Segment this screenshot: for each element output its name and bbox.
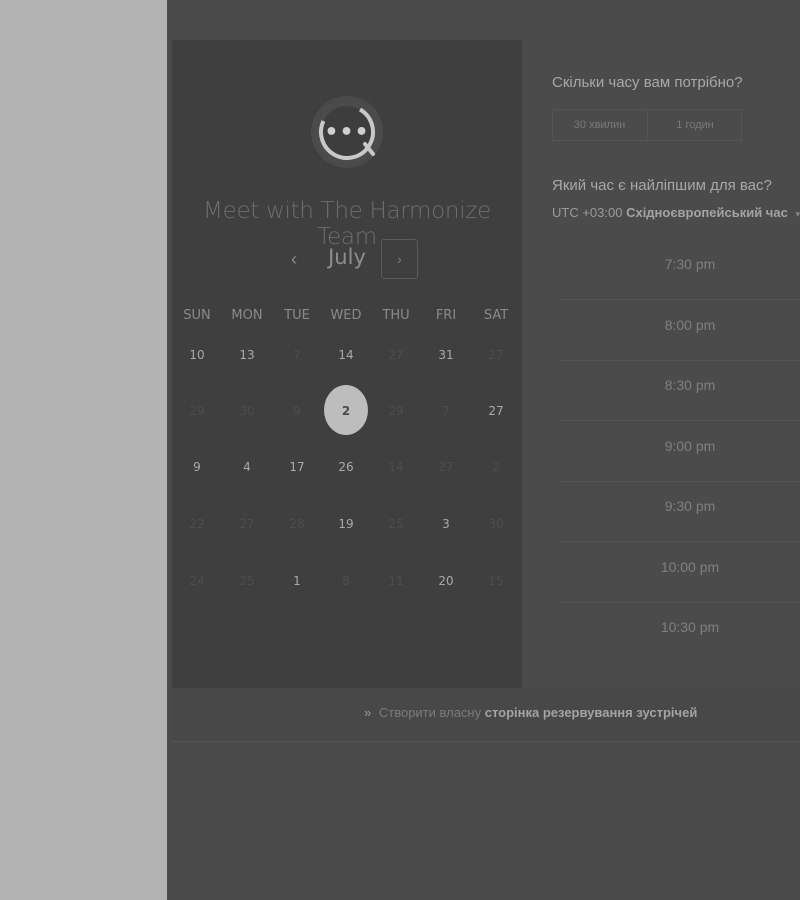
- calendar-day[interactable]: 26: [321, 460, 371, 474]
- double-chevron-icon: »: [364, 705, 372, 720]
- calendar-day: 25: [239, 574, 255, 588]
- calendar-day[interactable]: 10: [172, 348, 222, 362]
- calendar-day: 15: [488, 574, 504, 588]
- weekday-label: THU: [382, 308, 410, 323]
- time-slot-button[interactable]: 9:30 pm: [560, 481, 800, 542]
- time-slot-button[interactable]: 8:00 pm: [560, 300, 800, 361]
- time-slot-button[interactable]: 7:30 pm: [560, 239, 800, 300]
- chevron-down-icon: ▾: [795, 209, 800, 219]
- calendar-day[interactable]: 27: [471, 404, 521, 418]
- calendar-day: 11: [388, 574, 404, 588]
- calendar-day[interactable]: 4: [222, 460, 272, 474]
- calendar-day: 27: [488, 348, 504, 362]
- calendar-day[interactable]: 31: [421, 348, 471, 362]
- time-slot-button[interactable]: 10:00 pm: [560, 542, 800, 603]
- calendar-day[interactable]: 13: [222, 348, 272, 362]
- prev-month-button[interactable]: ‹: [280, 240, 308, 278]
- weekday-label: FRI: [435, 308, 457, 323]
- calendar-day: 27: [438, 460, 454, 474]
- calendar-day: 29: [189, 404, 205, 418]
- weekday-label: MON: [231, 308, 263, 323]
- calendar-day[interactable]: 3: [421, 517, 471, 531]
- footer-prefix: Створити власну: [378, 705, 482, 720]
- calendar-day[interactable]: 19: [321, 517, 371, 531]
- calendar-day[interactable]: 20: [421, 574, 471, 588]
- calendar-day: 27: [388, 348, 404, 362]
- duration-option-1hour[interactable]: 1 годин: [648, 109, 742, 141]
- calendar-day[interactable]: 9: [172, 460, 222, 474]
- time-slot-button[interactable]: 8:30 pm: [560, 360, 800, 421]
- calendar-day: 27: [239, 517, 255, 531]
- next-month-button[interactable]: ›: [381, 239, 418, 279]
- weekday-label: TUE: [284, 308, 310, 323]
- left-backdrop-panel: [0, 0, 167, 900]
- create-booking-page-link[interactable]: сторінка резервування зустрічей: [485, 705, 698, 720]
- calendar-day: 25: [388, 517, 404, 531]
- weekday-label: SAT: [483, 308, 509, 323]
- team-logo: •••: [311, 96, 383, 168]
- timezone-offset: UTC +03:00: [552, 205, 623, 220]
- calendar-day: 2: [492, 460, 500, 474]
- calendar-day: 30: [239, 404, 255, 418]
- duration-option-30min[interactable]: 30 хвилин: [552, 109, 647, 141]
- calendar-day: 22: [189, 517, 205, 531]
- duration-question: Скільки часу вам потрібно?: [552, 74, 743, 91]
- calendar-day: 8: [342, 574, 350, 588]
- calendar-day: 24: [189, 574, 205, 588]
- calendar-day: 9: [293, 404, 301, 418]
- timezone-name: Східноєвропейський час: [626, 205, 788, 220]
- page-title: Meet with The Harmonize Team: [203, 198, 491, 250]
- calendar-day: 30: [488, 517, 504, 531]
- calendar-day[interactable]: 14: [321, 348, 371, 362]
- time-slot-button[interactable]: 9:00 pm: [560, 421, 800, 482]
- footer-promo: » Створити власну сторінка резервування …: [364, 705, 697, 720]
- calendar-day: 14: [388, 460, 404, 474]
- calendar-day: 29: [388, 404, 404, 418]
- calendar-day[interactable]: 1: [272, 574, 322, 588]
- month-label: July: [328, 245, 366, 269]
- chat-dots-icon: •••: [324, 119, 370, 145]
- calendar-day-selected[interactable]: 2: [321, 404, 371, 418]
- calendar-day: 28: [289, 517, 305, 531]
- time-question: Який час є найліпшим для вас?: [552, 177, 772, 194]
- timezone-select[interactable]: UTC +03:00 Східноєвропейський час ▾: [552, 205, 800, 220]
- calendar-day: 7: [442, 404, 450, 418]
- weekday-label: SUN: [183, 308, 211, 323]
- weekday-label: WED: [330, 308, 362, 323]
- calendar-day[interactable]: 17: [272, 460, 322, 474]
- time-slot-button[interactable]: 10:30 pm: [560, 602, 800, 663]
- calendar-day: 7: [293, 348, 301, 362]
